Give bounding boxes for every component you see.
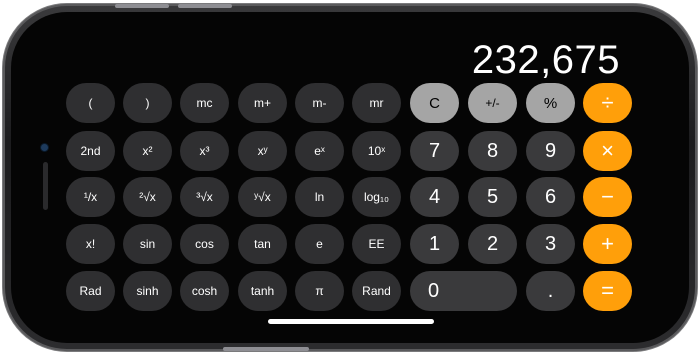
digit-3-button[interactable]: 3 [526,224,575,264]
memory-clear-button[interactable]: mc [180,83,229,123]
random-button[interactable]: Rand [352,271,401,311]
subtract-button[interactable]: − [583,177,632,217]
cube-root-button[interactable]: ³√x [180,177,229,217]
tanh-button[interactable]: tanh [238,271,287,311]
digit-5-button[interactable]: 5 [468,177,517,217]
speaker-grille [43,162,48,210]
add-button[interactable]: + [583,224,632,264]
radian-toggle-button[interactable]: Rad [66,271,115,311]
factorial-button[interactable]: x! [66,224,115,264]
digit-8-button[interactable]: 8 [468,131,517,171]
plus-minus-button[interactable]: +/- [468,83,517,123]
digit-9-button[interactable]: 9 [526,131,575,171]
tan-button[interactable]: tan [238,224,287,264]
log10-button[interactable]: log₁₀ [352,177,401,217]
equals-button[interactable]: = [583,271,632,311]
square-root-button[interactable]: ²√x [123,177,172,217]
ee-button[interactable]: EE [352,224,401,264]
memory-subtract-button[interactable]: m- [295,83,344,123]
multiply-button[interactable]: × [583,131,632,171]
reciprocal-button[interactable]: ¹/x [66,177,115,217]
sinh-button[interactable]: sinh [123,271,172,311]
volume-button [115,4,169,8]
memory-add-button[interactable]: m+ [238,83,287,123]
memory-recall-button[interactable]: mr [352,83,401,123]
divide-button[interactable]: ÷ [583,83,632,123]
y-root-button[interactable]: ʸ√x [238,177,287,217]
open-paren-button[interactable]: ( [66,83,115,123]
euler-button[interactable]: e [295,224,344,264]
pi-button[interactable]: π [295,271,344,311]
volume-button [178,4,232,8]
digit-6-button[interactable]: 6 [526,177,575,217]
square-button[interactable]: x² [123,131,172,171]
natural-log-button[interactable]: ln [295,177,344,217]
camera-icon [41,144,48,151]
percent-button[interactable]: % [526,83,575,123]
exp-button[interactable]: eˣ [295,131,344,171]
cos-button[interactable]: cos [180,224,229,264]
ten-power-button[interactable]: 10ˣ [352,131,401,171]
digit-1-button[interactable]: 1 [410,224,459,264]
digit-0-button[interactable]: 0 [410,271,517,311]
second-function-button[interactable]: 2nd [66,131,115,171]
side-button [223,347,309,351]
home-indicator[interactable] [268,319,434,324]
close-paren-button[interactable]: ) [123,83,172,123]
clear-button[interactable]: C [410,83,459,123]
decimal-point-button[interactable]: . [526,271,575,311]
digit-2-button[interactable]: 2 [468,224,517,264]
digit-4-button[interactable]: 4 [410,177,459,217]
cosh-button[interactable]: cosh [180,271,229,311]
result-display: 232,675 [471,38,620,82]
sin-button[interactable]: sin [123,224,172,264]
cube-button[interactable]: x³ [180,131,229,171]
power-button[interactable]: xʸ [238,131,287,171]
digit-7-button[interactable]: 7 [410,131,459,171]
